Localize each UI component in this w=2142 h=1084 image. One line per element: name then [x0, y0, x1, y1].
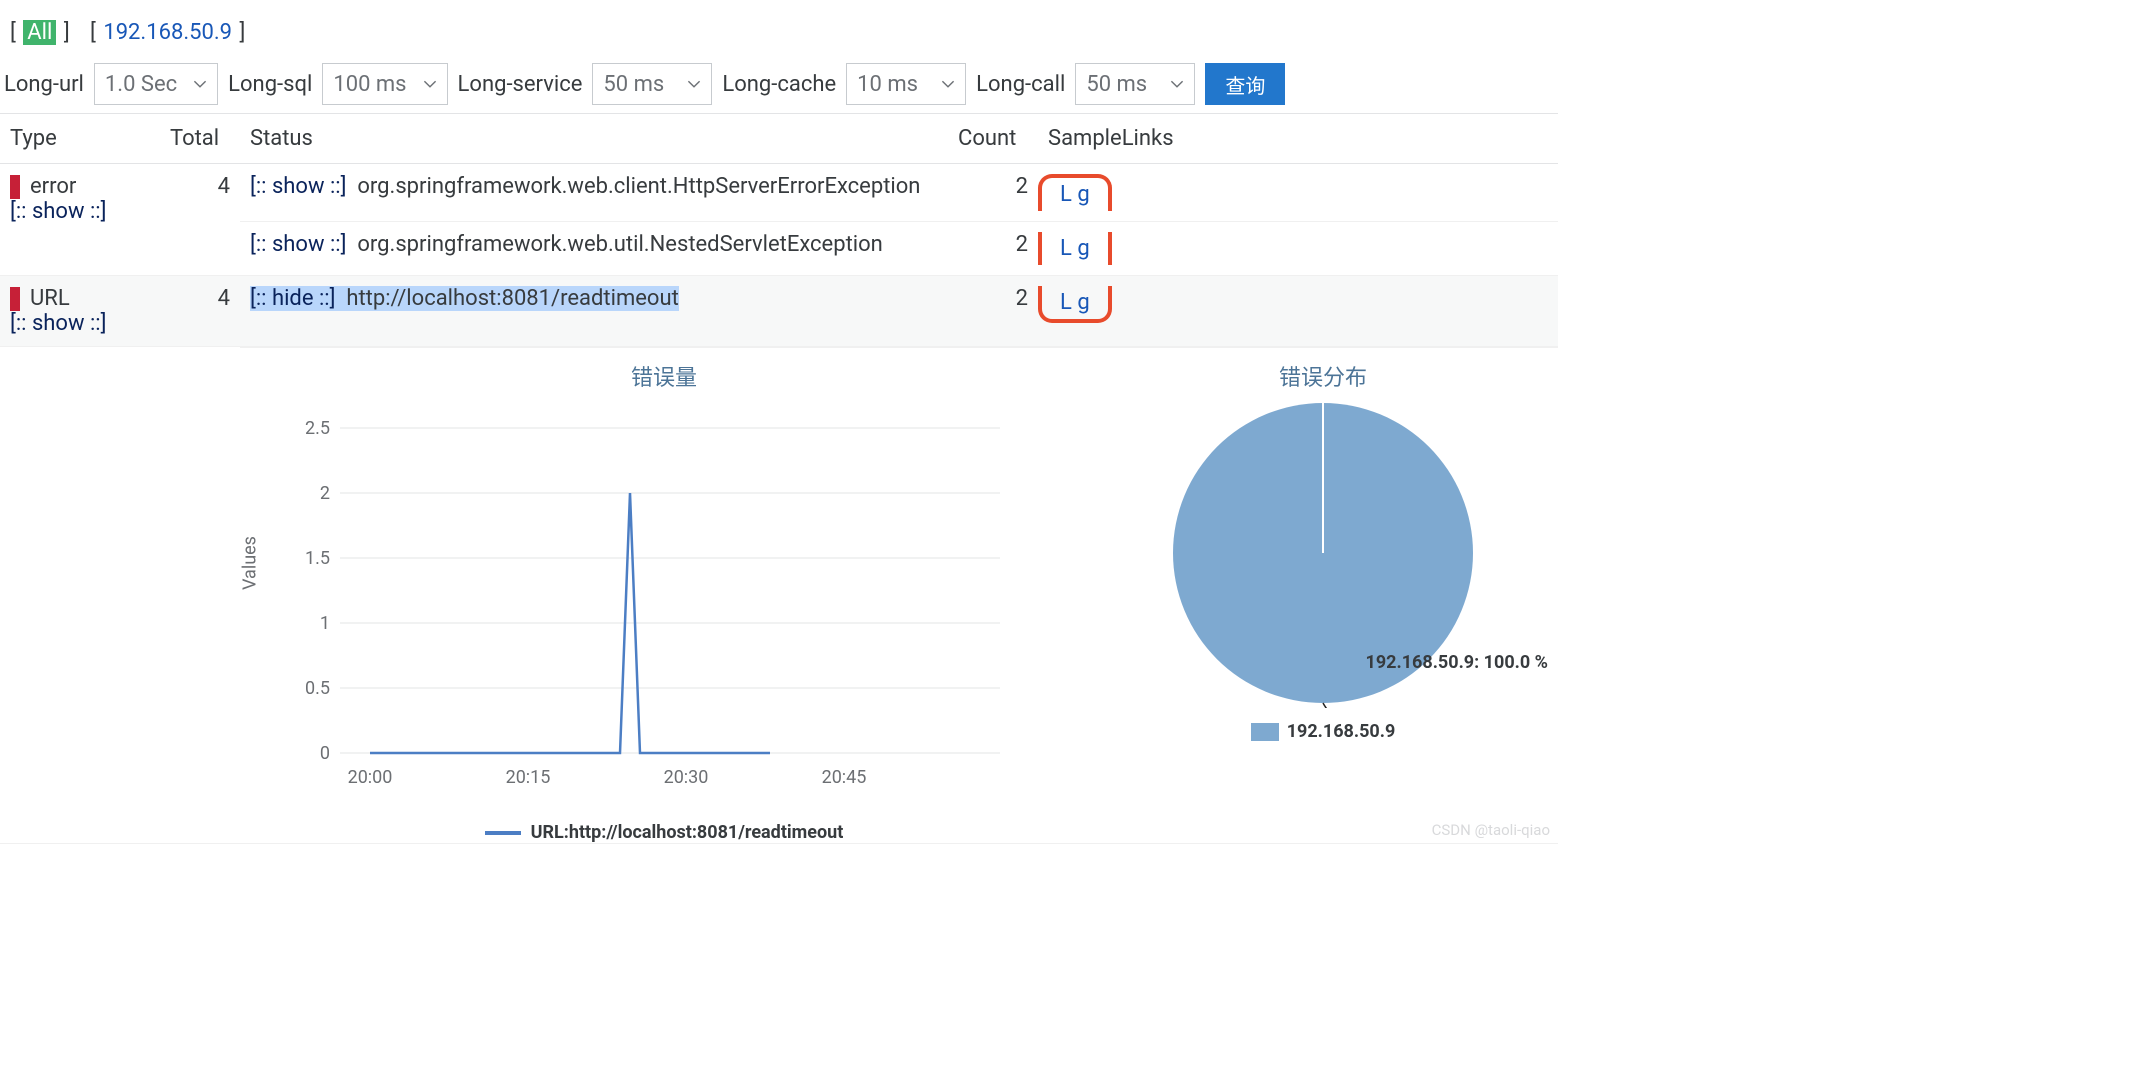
- sample-g-link[interactable]: g: [1077, 290, 1089, 315]
- y-axis-label: Values: [240, 536, 261, 590]
- chevron-down-icon: [193, 77, 207, 91]
- legend-swatch-icon: [485, 831, 521, 835]
- line-legend: URL:http://localhost:8081/readtimeout: [250, 822, 1078, 843]
- svg-text:20:45: 20:45: [822, 767, 867, 788]
- col-total: Total: [160, 114, 240, 164]
- legend-swatch-icon: [1251, 723, 1279, 741]
- col-count: Count: [948, 114, 1038, 164]
- pie-legend: 192.168.50.9: [1098, 721, 1548, 742]
- status-text: org.springframework.web.util.NestedServl…: [357, 232, 882, 257]
- type-label: URL: [30, 286, 70, 311]
- col-type: Type: [0, 114, 160, 164]
- long-url-select[interactable]: 1.0 Sec: [94, 63, 218, 105]
- top-bar: [0, 0, 1558, 10]
- long-cache-label: Long-cache: [722, 72, 836, 97]
- long-service-label: Long-service: [458, 72, 583, 97]
- status-show-link[interactable]: [:: show ::]: [250, 232, 346, 257]
- svg-text:20:15: 20:15: [506, 767, 551, 788]
- watermark: CSDN @taoli-qiao: [1432, 821, 1550, 839]
- query-button[interactable]: 查询: [1205, 63, 1285, 105]
- long-cache-select[interactable]: 10 ms: [846, 63, 966, 105]
- charts-row: 错误量 Values: [0, 347, 1558, 844]
- sample-g-link[interactable]: g: [1077, 182, 1089, 207]
- long-url-label: Long-url: [4, 72, 84, 97]
- long-sql-select[interactable]: 100 ms: [322, 63, 447, 105]
- type-label: error: [30, 174, 76, 199]
- breadcrumb-ip[interactable]: 192.168.50.9: [103, 20, 232, 45]
- table-row: URL [:: show ::] 4 [:: hide ::] http://l…: [0, 276, 1558, 347]
- sample-L-link[interactable]: L: [1060, 182, 1072, 207]
- count-cell: 2: [948, 164, 1038, 222]
- breadcrumb: [ All ] [ 192.168.50.9 ]: [0, 10, 1558, 61]
- svg-text:1: 1: [320, 613, 330, 634]
- total-cell: 4: [160, 276, 240, 347]
- svg-text:0: 0: [320, 743, 330, 764]
- svg-text:20:00: 20:00: [348, 767, 393, 788]
- type-show-link[interactable]: [:: show ::]: [10, 311, 106, 336]
- chevron-down-icon: [687, 77, 701, 91]
- line-chart-title: 错误量: [250, 360, 1078, 392]
- sample-L-link[interactable]: L: [1060, 290, 1072, 315]
- svg-text:2.5: 2.5: [305, 418, 330, 439]
- severity-bar-icon: [10, 287, 20, 311]
- status-hide-link[interactable]: [:: hide ::]: [250, 286, 335, 311]
- pie-chart-title: 错误分布: [1098, 360, 1548, 392]
- line-chart: 2.5 2 1.5 1 měně 0.5 0 20: [270, 398, 1030, 818]
- status-text: http://localhost:8081/readtimeout: [346, 286, 678, 311]
- status-text: org.springframework.web.client.HttpServe…: [357, 174, 920, 199]
- table-row: error [:: show ::] 4 [:: show ::] org.sp…: [0, 164, 1558, 222]
- long-call-select[interactable]: 50 ms: [1075, 63, 1195, 105]
- col-status: Status: [240, 114, 948, 164]
- svg-text:1.5: 1.5: [305, 548, 330, 569]
- long-service-select[interactable]: 50 ms: [592, 63, 712, 105]
- sample-L-link[interactable]: L: [1060, 236, 1072, 261]
- count-cell: 2: [948, 276, 1038, 347]
- breadcrumb-all[interactable]: All: [23, 20, 56, 45]
- type-show-link[interactable]: [:: show ::]: [10, 199, 106, 224]
- long-call-label: Long-call: [976, 72, 1065, 97]
- svg-text:2: 2: [320, 483, 330, 504]
- data-table: Type Total Status Count SampleLinks erro…: [0, 113, 1558, 844]
- status-show-link[interactable]: [:: show ::]: [250, 174, 346, 199]
- long-sql-label: Long-sql: [228, 72, 312, 97]
- count-cell: 2: [948, 222, 1038, 276]
- svg-text:20:30: 20:30: [664, 767, 709, 788]
- svg-text:0.5: 0.5: [305, 678, 330, 699]
- filter-bar: Long-url 1.0 Sec Long-sql 100 ms Long-se…: [0, 61, 1558, 113]
- total-cell: 4: [160, 164, 240, 276]
- chevron-down-icon: [1170, 77, 1184, 91]
- chevron-down-icon: [941, 77, 955, 91]
- sample-g-link[interactable]: g: [1077, 236, 1089, 261]
- severity-bar-icon: [10, 175, 20, 199]
- col-sample: SampleLinks: [1038, 114, 1558, 164]
- chevron-down-icon: [423, 77, 437, 91]
